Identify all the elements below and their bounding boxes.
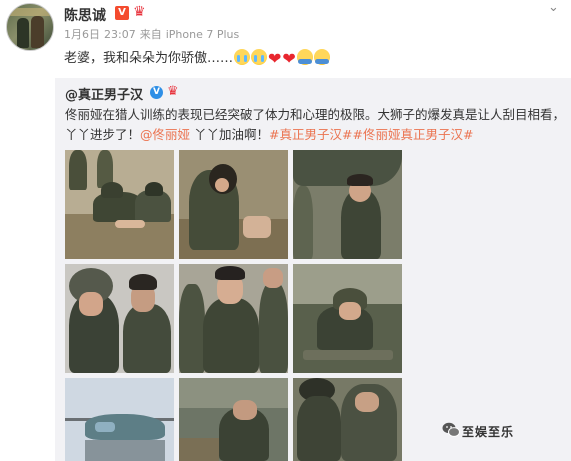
photo-3[interactable] (293, 150, 402, 259)
heart-emoji: ❤ (282, 49, 296, 68)
photo-7[interactable] (65, 378, 174, 461)
photo-2[interactable] (179, 150, 288, 259)
photo-6[interactable] (293, 264, 402, 373)
post-source: iPhone 7 Plus (165, 28, 240, 41)
watermark-text: 至娱至乐 (462, 425, 515, 439)
wechat-icon (442, 422, 460, 437)
heart-emoji: ❤ (268, 49, 282, 68)
post-time[interactable]: 23:07 (104, 28, 136, 41)
verified-badge: V (115, 6, 129, 20)
post-text: 老婆，我和朵朵为你骄傲…… ❤❤ (64, 47, 330, 67)
hug-emoji (313, 49, 330, 65)
photo-grid (65, 150, 405, 461)
avatar[interactable] (6, 3, 54, 51)
photo-5[interactable] (179, 264, 288, 373)
post-date[interactable]: 1月6日 (64, 28, 100, 41)
mention-link[interactable]: @佟丽娅 (140, 127, 190, 142)
repost-text-part2: 丫进步了！ (77, 127, 141, 142)
post-meta: 1月6日 23:07 来自 iPhone 7 Plus (64, 26, 243, 42)
cry-emoji (251, 49, 268, 65)
hug-emoji (296, 49, 313, 65)
repost-card: @真正男子汉 V ♛ 佟丽娅在猎人训练的表现已经突破了体力和心理的极限。大狮子的… (55, 78, 571, 461)
photo-4[interactable] (65, 264, 174, 373)
crown-icon: ♛ (133, 4, 146, 20)
photo-9[interactable] (293, 378, 402, 461)
chevron-down-icon[interactable]: ⌄ (548, 0, 559, 15)
photo-8[interactable] (179, 378, 288, 461)
weibo-post: 陈思诚 V ♛ ⌄ 1月6日 23:07 来自 iPhone 7 Plus 老婆，我和… (0, 0, 571, 78)
photo-1[interactable] (65, 150, 174, 259)
username[interactable]: 陈思诚 (64, 5, 106, 25)
repost-text-part3: 丫丫加油啊！ (190, 127, 270, 142)
topic-link[interactable]: #真正男子汉##佟丽娅真正男子汉# (269, 127, 473, 142)
repost-username[interactable]: @真正男子汉 (65, 84, 143, 103)
crown-icon: ♛ (167, 84, 179, 99)
source-prefix: 来自 (139, 28, 162, 41)
verified-badge-blue: V (150, 86, 163, 99)
cry-emoji (234, 49, 251, 65)
post-body: 老婆，我和朵朵为你骄傲…… (64, 51, 234, 66)
repost-text: 佟丽娅在猎人训练的表现已经突破了体力和心理的极限。大狮子的爆发真是让人刮目相看，… (65, 105, 565, 145)
